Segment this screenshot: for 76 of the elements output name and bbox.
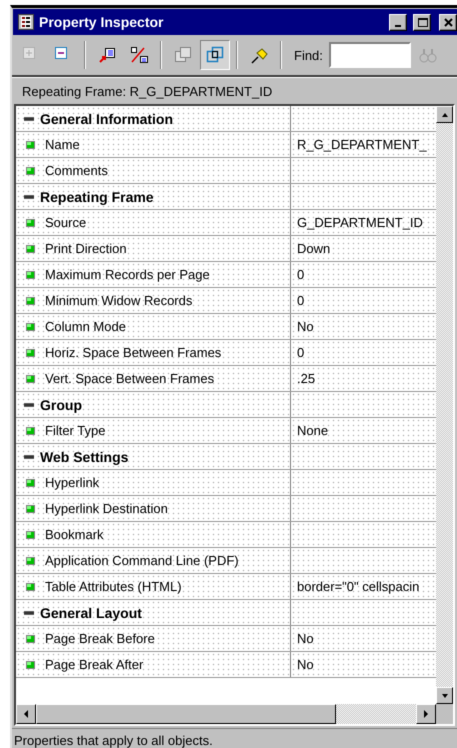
maximize-icon [416, 16, 428, 28]
left-arrow-icon [23, 710, 29, 718]
property-value[interactable]: None [291, 418, 436, 443]
property-value[interactable]: R_G_DEPARTMENT_ [291, 132, 436, 157]
property-name[interactable]: Maximum Records per Page [16, 262, 291, 287]
vertical-scrollbar[interactable] [436, 106, 453, 704]
property-bullet-icon [26, 348, 35, 356]
object-label: Repeating Frame: R_G_DEPARTMENT_ID [21, 83, 274, 99]
slash-list-icon [130, 46, 148, 64]
property-bullet-icon [26, 374, 35, 382]
property-name[interactable]: Application Command Line (PDF) [16, 548, 291, 573]
property-name[interactable]: Minimum Widow Records [16, 288, 291, 313]
property-name[interactable]: Table Attributes (HTML) [16, 574, 291, 599]
minimize-button[interactable] [389, 14, 407, 30]
property-bullet-icon [26, 218, 35, 226]
property-bullet-icon [26, 244, 35, 252]
maximize-button[interactable] [413, 14, 431, 30]
property-bullet-icon [26, 660, 35, 668]
property-value[interactable]: No [291, 652, 436, 677]
down-arrow-icon [440, 692, 448, 698]
property-bullet-icon [26, 322, 35, 330]
property-bullet-icon [26, 530, 35, 538]
section-header[interactable]: Web Settings [16, 444, 291, 469]
property-bullet-icon [26, 426, 35, 434]
property-name[interactable]: Filter Type [16, 418, 291, 443]
property-value[interactable]: 0 [291, 340, 436, 365]
section-header[interactable]: General Layout [16, 600, 291, 625]
toolbar-button[interactable] [200, 40, 230, 70]
property-name[interactable]: Comments [16, 158, 291, 183]
property-name[interactable]: Horiz. Space Between Frames [16, 340, 291, 365]
window-title: Property Inspector [39, 14, 164, 30]
property-bullet-icon [26, 634, 35, 642]
property-value[interactable]: 0 [291, 288, 436, 313]
horizontal-scrollbar[interactable] [16, 704, 436, 724]
pushpin-icon [250, 46, 268, 64]
up-arrow-icon [440, 112, 448, 118]
property-bullet-icon [26, 504, 35, 512]
property-name[interactable]: Hyperlink [16, 470, 291, 495]
section-header[interactable]: Repeating Frame [16, 184, 291, 209]
property-name[interactable]: Source [16, 210, 291, 235]
property-value[interactable]: 0 [291, 262, 436, 287]
property-name[interactable]: Page Break After [16, 652, 291, 677]
property-bullet-icon [26, 296, 35, 304]
property-bullet-icon [26, 478, 35, 486]
status-text: Properties that apply to all objects. [13, 732, 214, 748]
property-name[interactable]: Page Break Before [16, 626, 291, 651]
find-field[interactable] [328, 42, 411, 68]
property-name[interactable]: Print Direction [16, 236, 291, 261]
property-name[interactable]: Name [16, 132, 291, 157]
property-bullet-icon [26, 582, 35, 590]
property-bullet-icon [26, 556, 35, 564]
property-name[interactable]: Column Mode [16, 314, 291, 339]
binoculars-icon [418, 46, 437, 64]
app-icon [18, 14, 34, 30]
property-bullet-icon [26, 140, 35, 148]
property-bullet-icon [26, 270, 35, 278]
property-value[interactable]: No [291, 314, 436, 339]
property-name[interactable]: Bookmark [16, 522, 291, 547]
overlap-squares-icon [174, 46, 192, 64]
property-list-icon [98, 46, 116, 64]
right-arrow-icon [423, 710, 429, 718]
minimize-icon [395, 25, 401, 27]
property-value[interactable]: .25 [291, 366, 436, 391]
close-button[interactable] [439, 14, 457, 30]
property-name[interactable]: Vert. Space Between Frames [16, 366, 291, 391]
property-value[interactable]: border="0" cellspacin [291, 574, 436, 599]
find-label: Find: [294, 48, 323, 62]
overlap-squares-icon [206, 46, 224, 64]
property-bullet-icon [26, 166, 35, 174]
property-name[interactable]: Hyperlink Destination [16, 496, 291, 521]
section-header[interactable]: General Information [16, 106, 291, 131]
property-value[interactable]: No [291, 626, 436, 651]
property-value[interactable]: Down [291, 236, 436, 261]
property-value[interactable]: G_DEPARTMENT_ID [291, 210, 436, 235]
close-icon [442, 16, 454, 28]
section-header[interactable]: Group [16, 392, 291, 417]
